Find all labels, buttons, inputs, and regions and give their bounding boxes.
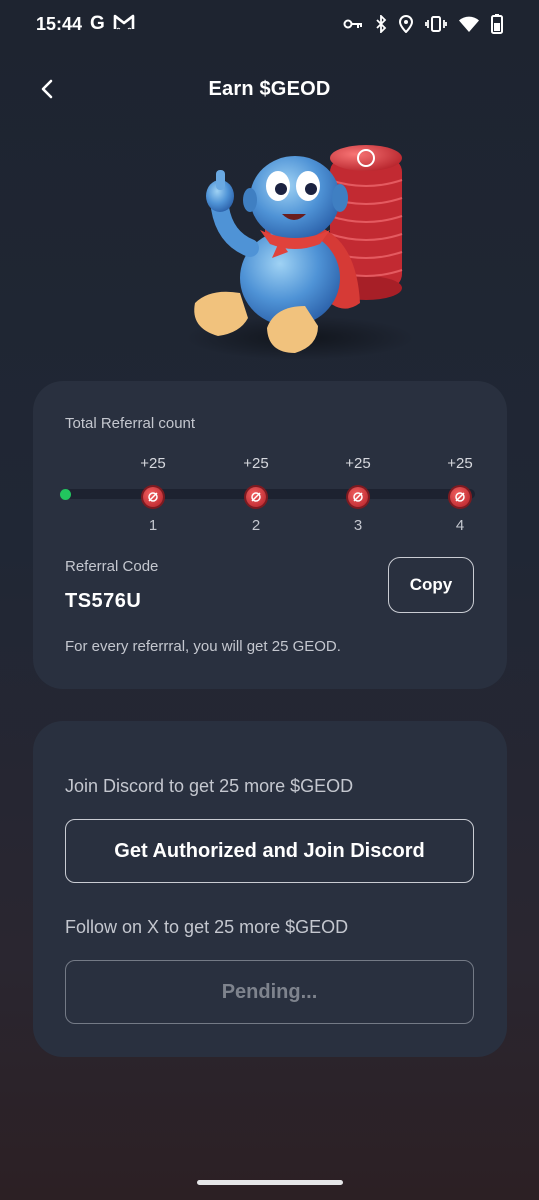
geod-coin-icon — [348, 487, 368, 507]
discord-task-label: Join Discord to get 25 more $GEOD — [65, 776, 354, 796]
referral-milestone: +25 4 — [430, 455, 490, 534]
milestone-count: 4 — [455, 517, 465, 534]
referral-milestone: +25 1 — [123, 455, 183, 534]
milestone-reward: +25 — [447, 455, 473, 472]
location-icon — [399, 15, 413, 33]
referral-count-title: Total Referral count — [65, 415, 196, 432]
vpn-key-icon — [343, 18, 363, 30]
bluetooth-icon — [375, 15, 387, 33]
x-task-label: Follow on X to get 25 more $GEOD — [65, 917, 349, 937]
referral-note: For every referrral, you will get 25 GEO… — [65, 638, 341, 655]
home-indicator[interactable] — [197, 1180, 343, 1185]
social-tasks-card: Join Discord to get 25 more $GEOD Get Au… — [33, 721, 507, 1057]
page-title: Earn $GEOD — [208, 77, 331, 100]
geod-coin-icon — [450, 487, 470, 507]
referral-milestone: +25 2 — [226, 455, 286, 534]
referral-code-value: TS576U — [65, 590, 142, 612]
robot-mascot-illustration — [170, 128, 420, 368]
milestone-count: 3 — [353, 517, 363, 534]
status-right — [343, 14, 503, 34]
status-left: 15:44 G — [36, 13, 135, 36]
copy-code-button[interactable]: Copy — [388, 557, 474, 613]
back-button[interactable] — [30, 74, 64, 104]
join-discord-button[interactable]: Get Authorized and Join Discord — [65, 819, 474, 883]
chevron-left-icon — [41, 79, 53, 99]
top-app-bar: Earn $GEOD — [0, 64, 539, 114]
google-g-icon: G — [90, 13, 105, 34]
milestone-count: 1 — [148, 517, 158, 534]
status-time: 15:44 — [36, 13, 83, 34]
follow-x-pending-button[interactable]: Pending... — [65, 960, 474, 1024]
vibrate-icon — [425, 15, 447, 33]
wifi-icon — [459, 16, 479, 32]
status-bar: 15:44 G — [0, 0, 539, 48]
geod-coin-icon — [246, 487, 266, 507]
referral-milestone: +25 3 — [328, 455, 388, 534]
referral-card: Total Referral count +25 1 +25 2 +25 3 +… — [33, 381, 507, 689]
referral-progress-start-dot — [60, 489, 71, 500]
milestone-reward: +25 — [243, 455, 269, 472]
gmail-icon — [113, 13, 135, 36]
geod-coin-icon — [143, 487, 163, 507]
milestone-count: 2 — [251, 517, 261, 534]
referral-code-label: Referral Code — [65, 558, 159, 575]
milestone-reward: +25 — [345, 455, 371, 472]
milestone-reward: +25 — [140, 455, 166, 472]
battery-icon — [491, 14, 503, 34]
